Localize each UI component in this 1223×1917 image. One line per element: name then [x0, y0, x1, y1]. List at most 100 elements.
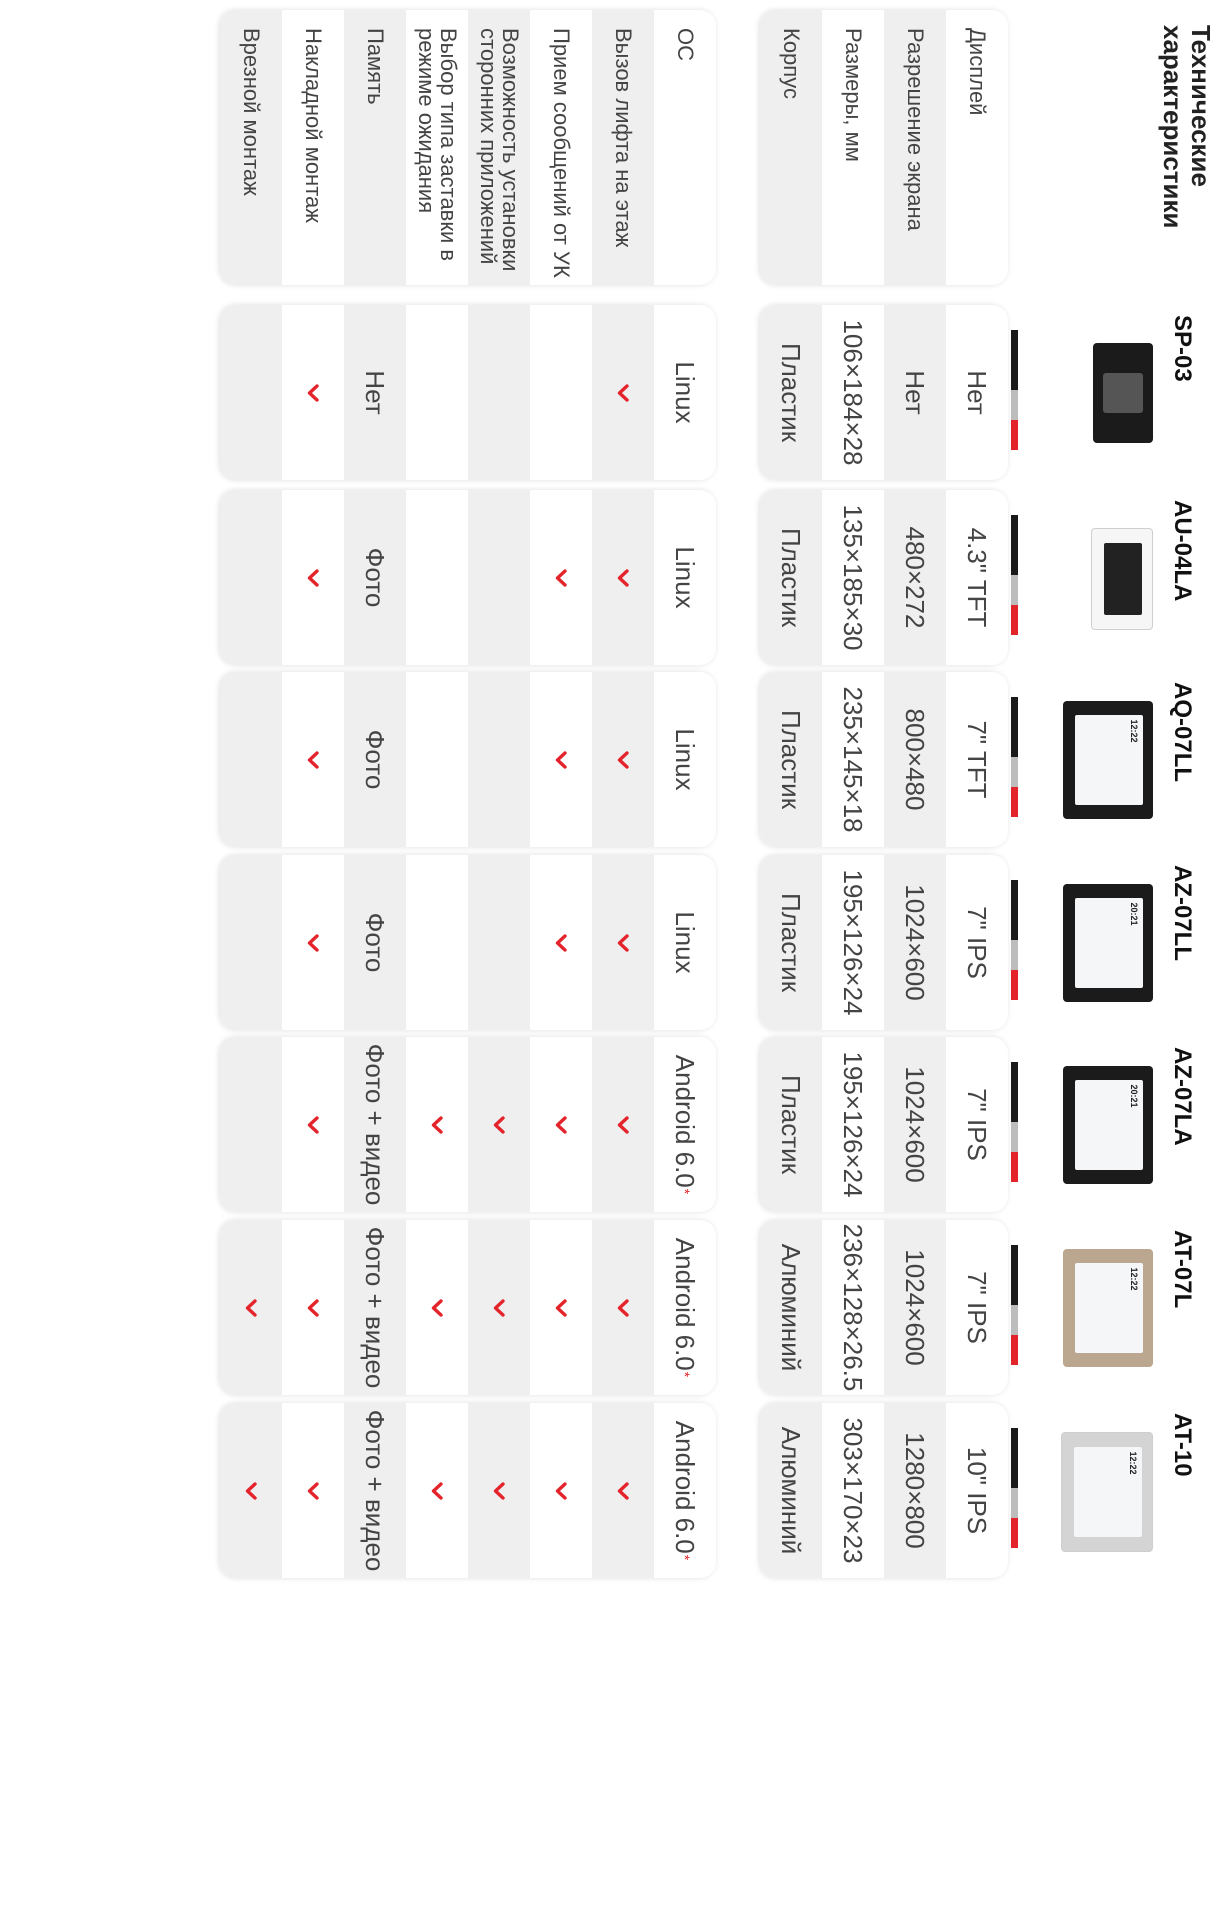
screen-time-label: 12:22 [1128, 1451, 1138, 1475]
os-value: Linux [670, 911, 701, 974]
strip-segment [1011, 1152, 1018, 1182]
cell-apps-at10 [468, 1403, 530, 1578]
model-card-a-az07la: 7" IPS 1024×600 195×126×24 Пластик [760, 1037, 1008, 1212]
body-value: Пластик [776, 709, 807, 810]
body-value: Пластик [776, 892, 807, 993]
cell-os-aq07ll: Linux [654, 672, 716, 847]
cell-size-au04la: 135×185×30 [822, 490, 884, 665]
color-strip [1011, 697, 1018, 817]
strip-segment [1011, 1518, 1018, 1548]
strip-segment [1011, 390, 1018, 420]
cell-surface-az07ll [282, 855, 344, 1030]
cell-apps-az07la [468, 1037, 530, 1212]
strip-segment [1011, 757, 1018, 787]
cell-flush-az07ll [220, 855, 282, 1030]
check-icon [493, 1115, 505, 1134]
row-label-size: Размеры, мм [841, 28, 866, 162]
body-value: Алюминий [776, 1243, 807, 1372]
cell-apps-at07l [468, 1220, 530, 1395]
strip-segment [1011, 940, 1018, 970]
cell-messages-at07l [530, 1220, 592, 1395]
cell-memory-sp03: Нет [344, 305, 406, 480]
cell-resolution-at10: 1280×800 [884, 1403, 946, 1578]
size-value: 195×126×24 [838, 1051, 869, 1198]
strip-segment [1011, 420, 1018, 450]
cell-apps-au04la [468, 490, 530, 665]
cell-display-az07la: 7" IPS [946, 1037, 1008, 1212]
check-icon [617, 933, 629, 952]
model-card-b-sp03: Linux Нет [220, 305, 716, 480]
check-icon [555, 750, 567, 769]
check-icon [617, 1115, 629, 1134]
memory-value: Фото [360, 547, 391, 608]
cell-surface-au04la [282, 490, 344, 665]
strip-segment [1011, 1305, 1018, 1335]
strip-segment [1011, 575, 1018, 605]
au04la-device-image [1091, 527, 1153, 630]
strip-segment [1011, 1062, 1018, 1122]
strip-segment [1011, 515, 1018, 575]
check-icon [493, 1481, 505, 1500]
cell-flush-at07l [220, 1220, 282, 1395]
cell-lift-az07ll [592, 855, 654, 1030]
os-value: Linux [670, 546, 701, 609]
cell-resolution-sp03: Нет [884, 305, 946, 480]
cell-memory-au04la: Фото [344, 490, 406, 665]
at07l-device-image: 12:22 [1063, 1248, 1153, 1367]
cell-flush-au04la [220, 490, 282, 665]
cell-screensaver-at07l [406, 1220, 468, 1395]
cell-body-az07la: Пластик [760, 1037, 822, 1212]
check-icon [245, 1481, 257, 1500]
display-value: 7" IPS [962, 1271, 993, 1344]
cell-size-at07l: 236×128×26.5 [822, 1220, 884, 1395]
cell-body-at07l: Алюминий [760, 1220, 822, 1395]
cell-memory-aq07ll: Фото [344, 672, 406, 847]
cell-display-aq07ll: 7" TFT [946, 672, 1008, 847]
strip-segment [1011, 880, 1018, 940]
os-footnote-mark: * [677, 1188, 693, 1195]
spec-table: Технические характеристики Дисплей Разреш… [0, 0, 1223, 1917]
check-icon [431, 1115, 443, 1134]
cell-size-at10: 303×170×23 [822, 1403, 884, 1578]
cell-display-au04la: 4.3" TFT [946, 490, 1008, 665]
check-icon [555, 1115, 567, 1134]
check-icon [617, 1298, 629, 1317]
cell-lift-aq07ll [592, 672, 654, 847]
cell-os-at10: Android 6.0 * [654, 1403, 716, 1578]
cell-apps-aq07ll [468, 672, 530, 847]
cell-lift-at10 [592, 1403, 654, 1578]
check-icon [617, 568, 629, 587]
device-screen: 20:21 [1075, 1079, 1143, 1170]
cell-screensaver-az07la [406, 1037, 468, 1212]
cell-display-at07l: 7" IPS [946, 1220, 1008, 1395]
cell-size-az07ll: 195×126×24 [822, 855, 884, 1030]
at10-device-image: 12:22 [1061, 1431, 1153, 1552]
strip-segment [1011, 1122, 1018, 1152]
strip-segment [1011, 697, 1018, 757]
resolution-value: 1280×800 [900, 1432, 931, 1549]
cell-surface-sp03 [282, 305, 344, 480]
model-card-a-sp03: Нет Нет 106×184×28 Пластик [760, 305, 1008, 480]
check-icon [307, 1481, 319, 1500]
model-card-a-at10: 10" IPS 1280×800 303×170×23 Алюминий [760, 1403, 1008, 1578]
memory-value: Нет [360, 370, 391, 415]
size-value: 235×145×18 [838, 686, 869, 833]
az07la-device-image: 20:21 [1063, 1065, 1153, 1184]
check-icon [555, 1298, 567, 1317]
screen-time-label: 20:21 [1129, 1084, 1139, 1108]
cell-size-aq07ll: 235×145×18 [822, 672, 884, 847]
cell-flush-at10 [220, 1403, 282, 1578]
check-icon [307, 568, 319, 587]
check-icon [555, 1481, 567, 1500]
page-title: Технические характеристики [1158, 25, 1216, 229]
cell-os-sp03: Linux [654, 305, 716, 480]
cell-display-at10: 10" IPS [946, 1403, 1008, 1578]
strip-segment [1011, 330, 1018, 390]
display-value: 7" IPS [962, 906, 993, 979]
os-value: Android 6.0 [670, 1420, 701, 1554]
strip-segment [1011, 1488, 1018, 1518]
model-card-b-at10: Android 6.0 * Фото + видео [220, 1403, 716, 1578]
model-name-aq07ll: AQ-07LL [1169, 682, 1196, 783]
cell-screensaver-sp03 [406, 305, 468, 480]
cell-resolution-au04la: 480×272 [884, 490, 946, 665]
